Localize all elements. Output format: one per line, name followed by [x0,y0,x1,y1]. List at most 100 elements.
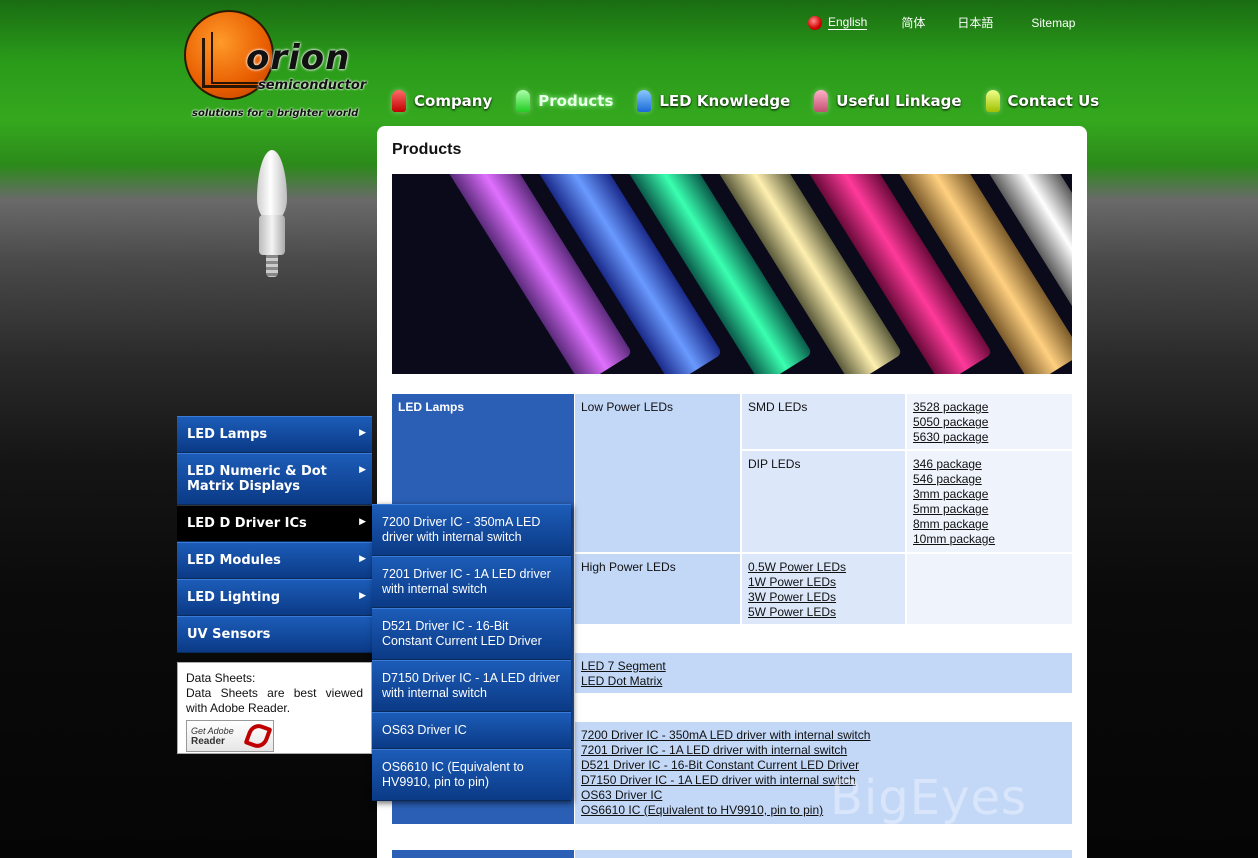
lamp-screw [266,255,278,277]
pink-bulb-icon [814,90,829,112]
led-strips-banner [392,174,1072,374]
high-power-empty-cell [907,554,1072,624]
link-0-5w-power-leds[interactable]: 0.5W Power LEDs [748,560,899,575]
submenu-item-os6610[interactable]: OS6610 IC (Equivalent to HV9910, pin to … [372,749,571,801]
side-item-label: UV Sensors [187,627,271,642]
adobe-get-label: Get Adobe [191,725,234,736]
side-item-uv-sensors[interactable]: UV Sensors [177,616,372,653]
submenu-item-d7150[interactable]: D7150 Driver IC - 1A LED driver with int… [372,660,571,712]
link-7200-driver[interactable]: 7200 Driver IC - 350mA LED driver with i… [581,728,1066,743]
language-bar: English 简体 日本語 Sitemap [808,14,1075,31]
low-power-label: Low Power LEDs [581,400,674,414]
next-category-cell [392,850,574,858]
get-adobe-reader-button[interactable]: Get Adobe Reader [186,720,274,752]
high-power-links-cell: 0.5W Power LEDs 1W Power LEDs 3W Power L… [742,554,905,624]
driver-links-cell: 7200 Driver IC - 350mA LED driver with i… [575,722,1072,824]
link-3w-power-leds[interactable]: 3W Power LEDs [748,590,899,605]
link-546-package[interactable]: 546 package [913,472,1066,487]
red-bulb-icon [392,90,406,112]
data-sheets-title: Data Sheets: [186,671,256,685]
green-bulb-icon [516,90,531,112]
side-item-led-displays[interactable]: LED Numeric & Dot Matrix Displays ▶ [177,453,372,505]
nav-products[interactable]: Products [516,90,613,112]
side-item-label: LED D Driver ICs [187,516,307,531]
link-346-package[interactable]: 346 package [913,457,1066,472]
submenu-item-d521[interactable]: D521 Driver IC - 16-Bit Constant Current… [372,608,571,660]
side-item-label: LED Modules [187,553,281,568]
arrow-right-icon: ▶ [359,591,366,601]
logo-sub: semiconductor [258,78,367,93]
nav-label: Products [538,92,614,110]
adobe-reader-label: Reader [191,735,225,747]
nav-led-knowledge[interactable]: LED Knowledge [637,90,790,112]
blue-bulb-icon [637,90,652,112]
side-item-label: LED Lamps [187,427,268,442]
link-5w-power-leds[interactable]: 5W Power LEDs [748,605,899,620]
nav-label: Contact Us [1007,92,1100,110]
lang-english-link[interactable]: English [828,15,868,30]
arrow-right-icon: ▶ [359,428,366,438]
link-3mm-package[interactable]: 3mm package [913,487,1066,502]
side-item-label: LED Numeric & Dot Matrix Displays [187,464,327,494]
smd-cell: SMD LEDs [742,394,905,449]
logo-tagline: solutions for a brighter world [192,108,359,119]
submenu-item-os63[interactable]: OS63 Driver IC [372,712,571,749]
lang-japanese-link[interactable]: 日本語 [957,14,993,31]
dip-label: DIP LEDs [748,457,801,471]
brand-logo[interactable]: orion semiconductor solutions for a brig… [182,8,382,128]
arrow-right-icon: ▶ [359,465,366,475]
link-d521-driver[interactable]: D521 Driver IC - 16-Bit Constant Current… [581,758,1066,773]
side-item-led-driver-ics[interactable]: LED D Driver ICs ▶ [177,505,372,542]
main-nav: Company Products LED Knowledge Useful Li… [392,90,1123,112]
lamp-glass [257,150,287,220]
sitemap-link[interactable]: Sitemap [1031,16,1075,30]
nav-contact-us[interactable]: Contact Us [985,90,1100,112]
arrow-right-icon: ▶ [359,517,366,527]
led-lamp-image [252,150,292,280]
link-7201-driver[interactable]: 7201 Driver IC - 1A LED driver with inte… [581,743,1066,758]
data-sheets-text: Data Sheets are best viewed with Adobe R… [186,686,363,715]
nav-label: Company [414,92,493,110]
yellow-bulb-icon [985,90,1000,112]
link-5630-package[interactable]: 5630 package [913,430,1066,445]
lamps-category-label: LED Lamps [398,400,465,414]
high-power-label: High Power LEDs [581,560,676,574]
side-item-led-lamps[interactable]: LED Lamps ▶ [177,416,372,453]
smd-links-cell: 3528 package 5050 package 5630 package [907,394,1072,449]
link-os6610-ic[interactable]: OS6610 IC (Equivalent to HV9910, pin to … [581,803,1066,818]
link-10mm-package[interactable]: 10mm package [913,532,1066,547]
nav-company[interactable]: Company [392,90,492,112]
side-item-led-lighting[interactable]: LED Lighting ▶ [177,579,372,616]
lamp-base [259,215,285,255]
side-item-label: LED Lighting [187,590,281,605]
dip-links-cell: 346 package 546 package 3mm package 5mm … [907,451,1072,552]
submenu-item-7201[interactable]: 7201 Driver IC - 1A LED driver with inte… [372,556,571,608]
next-links-cell [575,850,1072,858]
dip-cell: DIP LEDs [742,451,905,552]
side-item-led-modules[interactable]: LED Modules ▶ [177,542,372,579]
link-3528-package[interactable]: 3528 package [913,400,1066,415]
smd-label: SMD LEDs [748,400,808,414]
link-5mm-package[interactable]: 5mm package [913,502,1066,517]
nav-label: LED Knowledge [659,92,791,110]
lang-simplified-link[interactable]: 简体 [901,14,925,31]
link-8mm-package[interactable]: 8mm package [913,517,1066,532]
link-os63-driver[interactable]: OS63 Driver IC [581,788,1066,803]
link-1w-power-leds[interactable]: 1W Power LEDs [748,575,899,590]
low-power-cell: Low Power LEDs [575,394,740,552]
driver-ics-submenu: 7200 Driver IC - 350mA LED driver with i… [372,504,571,801]
link-5050-package[interactable]: 5050 package [913,415,1066,430]
side-menu: LED Lamps ▶ LED Numeric & Dot Matrix Dis… [177,416,372,653]
link-led-dot-matrix[interactable]: LED Dot Matrix [581,674,1066,689]
logo-name: orion [246,38,351,78]
arrow-right-icon: ▶ [359,554,366,564]
adobe-logo-icon [243,720,273,752]
link-led-7-segment[interactable]: LED 7 Segment [581,659,1066,674]
high-power-cell: High Power LEDs [575,554,740,624]
page-title: Products [392,141,462,158]
language-indicator-icon [808,15,822,30]
nav-useful-linkage[interactable]: Useful Linkage [814,90,962,112]
submenu-item-7200[interactable]: 7200 Driver IC - 350mA LED driver with i… [372,504,571,556]
link-d7150-driver[interactable]: D7150 Driver IC - 1A LED driver with int… [581,773,1066,788]
display-links-cell: LED 7 Segment LED Dot Matrix [575,653,1072,693]
